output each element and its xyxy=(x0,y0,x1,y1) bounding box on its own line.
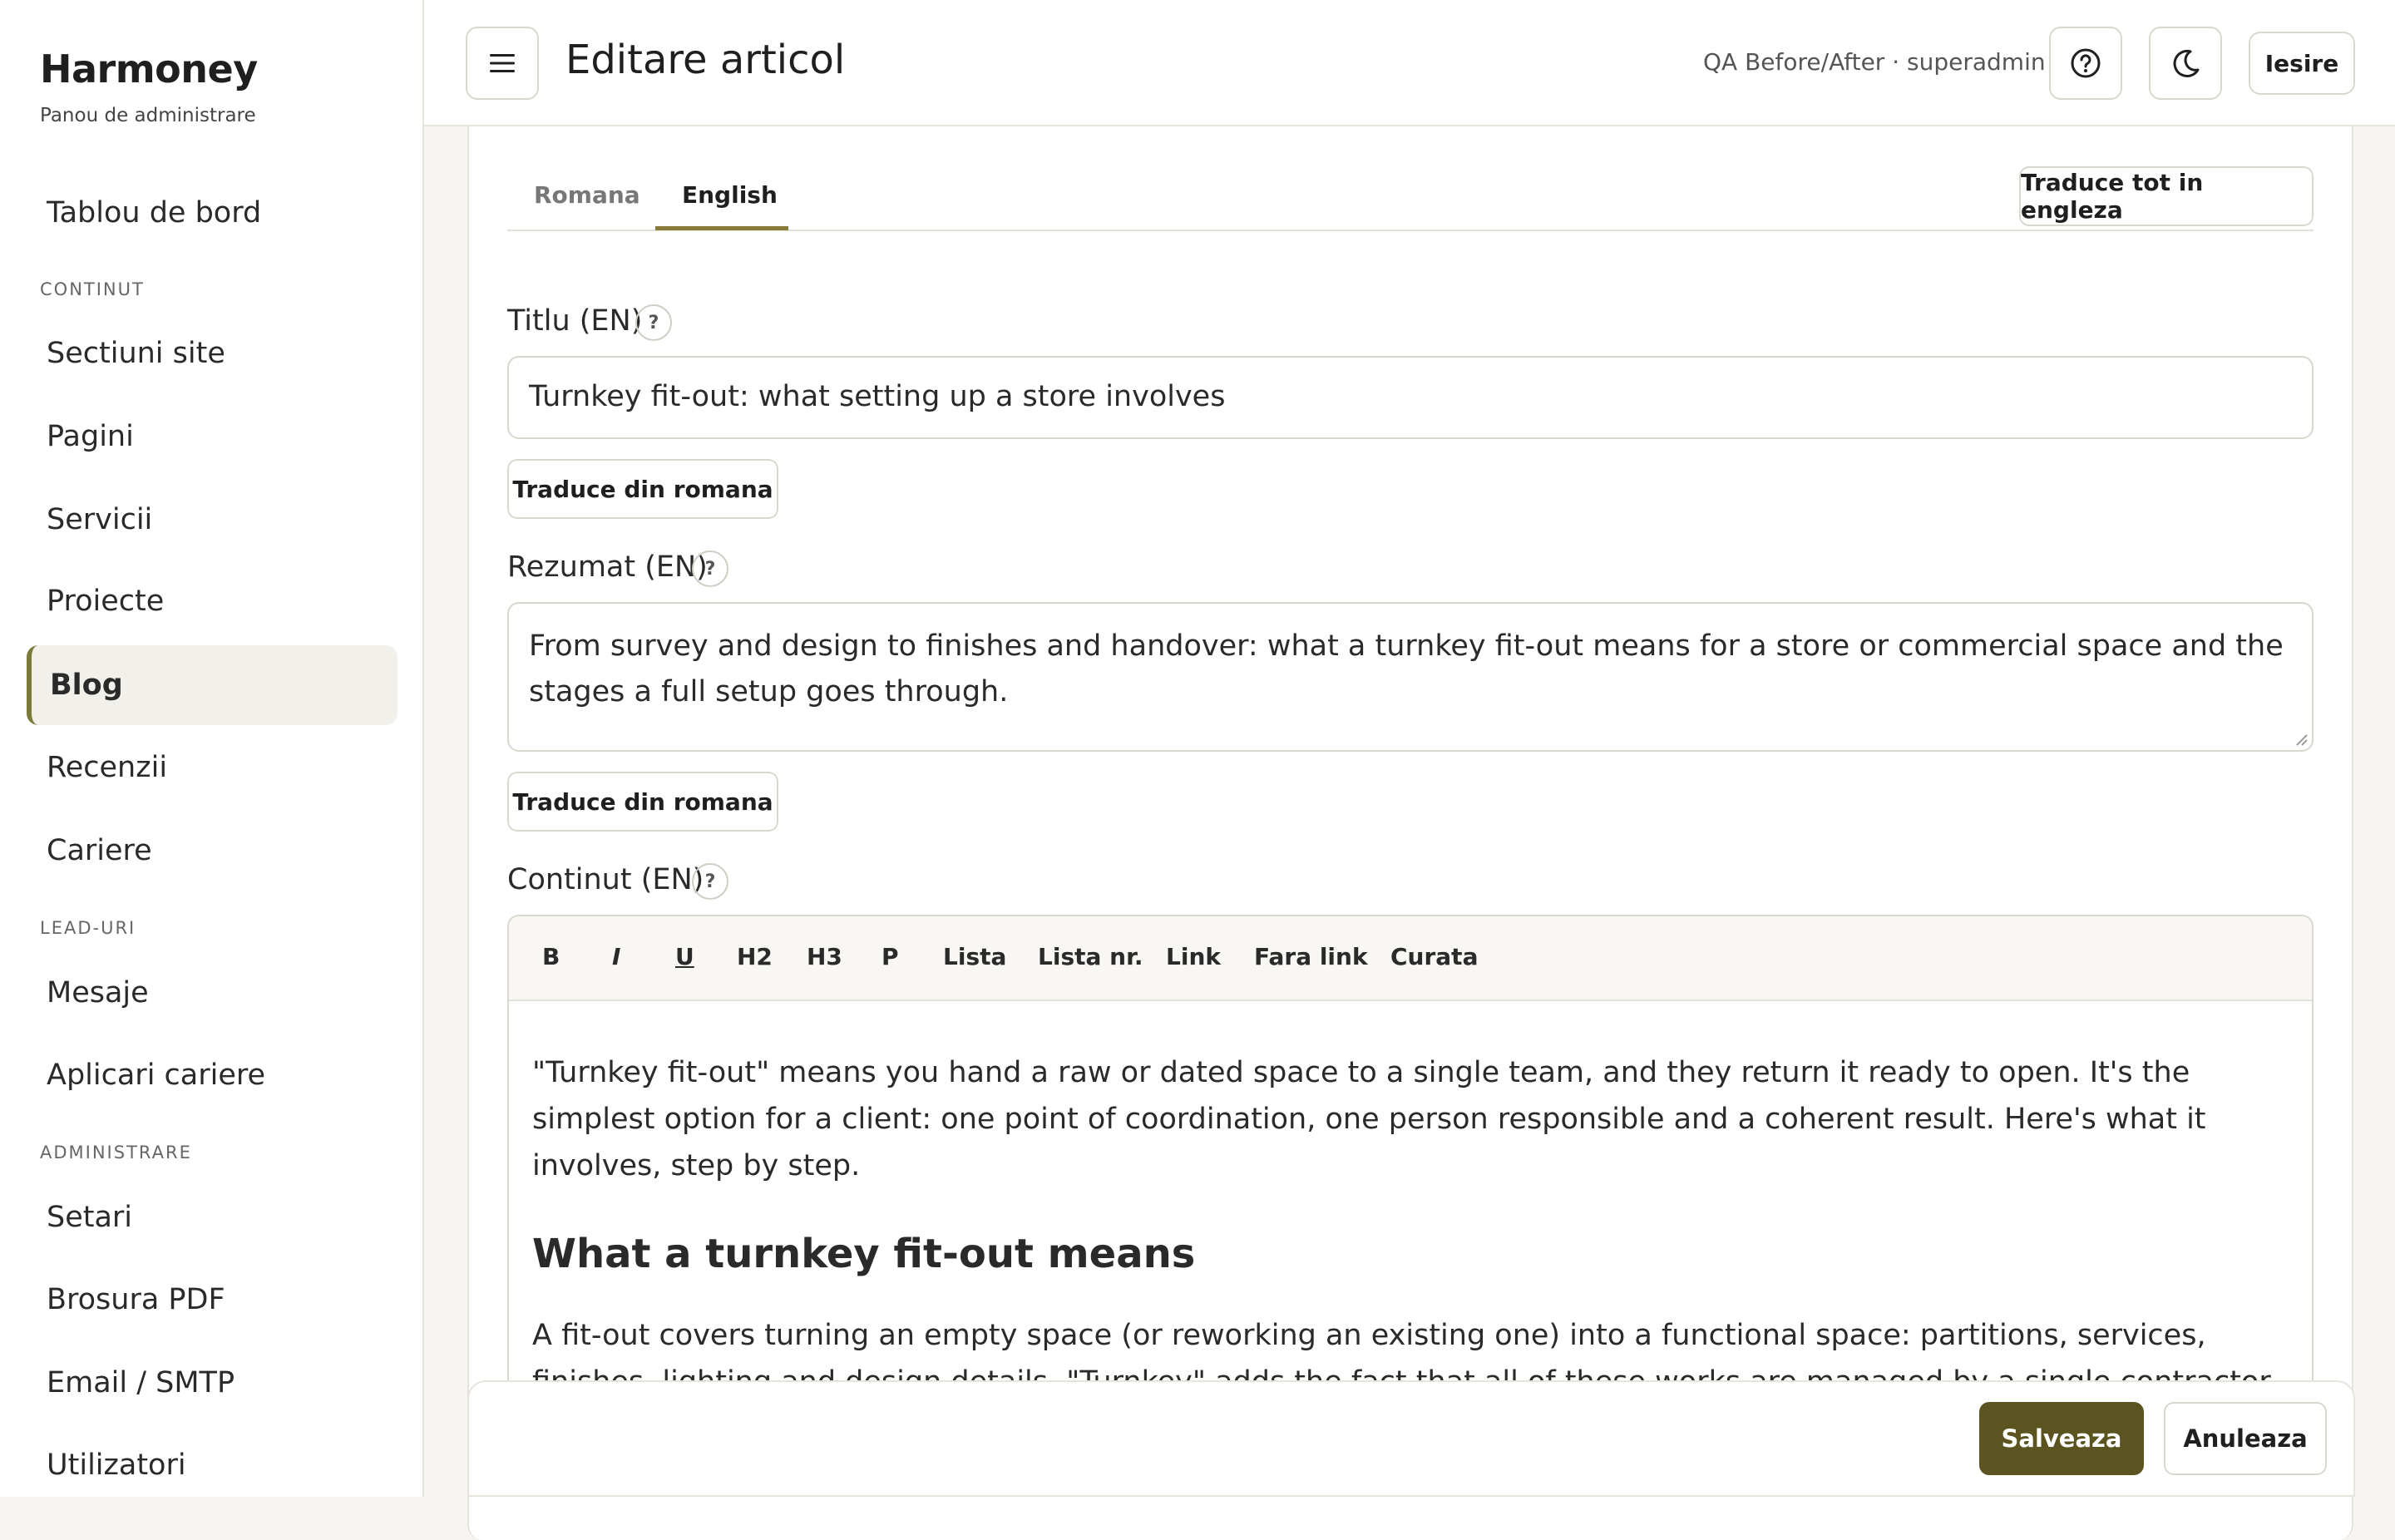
paragraph-button[interactable]: P xyxy=(881,943,899,970)
exit-button[interactable]: Iesire xyxy=(2249,32,2355,95)
translate-title-button[interactable]: Traduce din romana xyxy=(507,459,778,519)
menu-button[interactable] xyxy=(466,27,539,100)
unlink-button[interactable]: Fara link xyxy=(1254,943,1368,970)
header-meta: QA Before/After · superadmin xyxy=(1703,48,2046,76)
resize-grip-icon[interactable] xyxy=(2294,732,2309,747)
sidebar-item-blog[interactable]: Blog xyxy=(27,645,398,725)
sidebar-item-projects[interactable]: Proiecte xyxy=(27,561,398,641)
help-circle-icon xyxy=(2071,48,2101,78)
summary-textarea[interactable]: From survey and design to finishes and h… xyxy=(507,602,2314,752)
sidebar-item-pages[interactable]: Pagini xyxy=(27,397,398,476)
sidebar-item-settings[interactable]: Setari xyxy=(27,1177,398,1257)
sidebar-item-career-applications[interactable]: Aplicari cariere xyxy=(27,1035,398,1115)
sidebar-section-leads: LEAD-URI xyxy=(40,918,136,938)
summary-help-icon[interactable]: ? xyxy=(692,550,728,587)
h3-button[interactable]: H3 xyxy=(807,943,842,970)
numbered-list-button[interactable]: Lista nr. xyxy=(1038,943,1143,970)
title-input[interactable]: Turnkey fit-out: what setting up a store… xyxy=(507,356,2314,439)
translate-summary-button[interactable]: Traduce din romana xyxy=(507,772,778,832)
page-title: Editare articol xyxy=(565,37,846,83)
sidebar-item-users[interactable]: Utilizatori xyxy=(27,1425,398,1505)
sidebar: Harmoney Panou de administrare Tablou de… xyxy=(0,0,424,1497)
menu-icon xyxy=(490,54,515,72)
clear-format-button[interactable]: Curata xyxy=(1390,943,1478,970)
sidebar-item-careers[interactable]: Cariere xyxy=(27,811,398,891)
theme-toggle-button[interactable] xyxy=(2149,27,2222,100)
italic-button[interactable]: I xyxy=(612,943,620,970)
moon-icon xyxy=(2173,49,2200,77)
brand-subtitle: Panou de administrare xyxy=(40,105,256,126)
help-button[interactable] xyxy=(2049,27,2122,100)
sidebar-section-content: CONTINUT xyxy=(40,279,145,299)
content-field-label: Continut (EN) xyxy=(507,863,704,896)
summary-text: From survey and design to finishes and h… xyxy=(529,629,2284,708)
translate-all-button[interactable]: Traduce tot in engleza xyxy=(2019,166,2314,226)
sidebar-item-services[interactable]: Servicii xyxy=(27,480,398,560)
underline-button[interactable]: U xyxy=(675,943,694,970)
content-help-icon[interactable]: ? xyxy=(692,863,728,900)
summary-field-label: Rezumat (EN) xyxy=(507,550,708,584)
tab-romana[interactable]: Romana xyxy=(534,181,640,209)
content-heading: What a turnkey fit-out means xyxy=(532,1231,1196,1277)
content-paragraph: "Turnkey fit-out" means you hand a raw o… xyxy=(532,1056,2206,1182)
sidebar-item-site-sections[interactable]: Sectiuni site xyxy=(27,313,398,393)
bold-button[interactable]: B xyxy=(542,943,560,970)
save-button[interactable]: Salveaza xyxy=(1979,1402,2144,1475)
sidebar-item-email-smtp[interactable]: Email / SMTP xyxy=(27,1343,398,1423)
top-header: Editare articol QA Before/After · supera… xyxy=(424,0,2395,126)
active-tab-indicator xyxy=(655,226,788,230)
sidebar-item-pdf-brochure[interactable]: Brosura PDF xyxy=(27,1260,398,1340)
sidebar-item-dashboard[interactable]: Tablou de bord xyxy=(27,173,398,253)
sidebar-section-admin: ADMINISTRARE xyxy=(40,1143,192,1162)
sidebar-item-messages[interactable]: Mesaje xyxy=(27,953,398,1033)
tab-english[interactable]: English xyxy=(682,181,778,209)
cancel-button[interactable]: Anuleaza xyxy=(2164,1402,2327,1475)
title-help-icon[interactable]: ? xyxy=(635,304,672,341)
sidebar-item-reviews[interactable]: Recenzii xyxy=(27,728,398,807)
brand-title: Harmoney xyxy=(40,47,258,91)
title-field-label: Titlu (EN) xyxy=(507,304,643,338)
h2-button[interactable]: H2 xyxy=(737,943,773,970)
bullet-list-button[interactable]: Lista xyxy=(943,943,1006,970)
editor-toolbar: B I U H2 H3 P Lista Lista nr. Link Fara … xyxy=(509,916,2312,1001)
link-button[interactable]: Link xyxy=(1166,943,1221,970)
